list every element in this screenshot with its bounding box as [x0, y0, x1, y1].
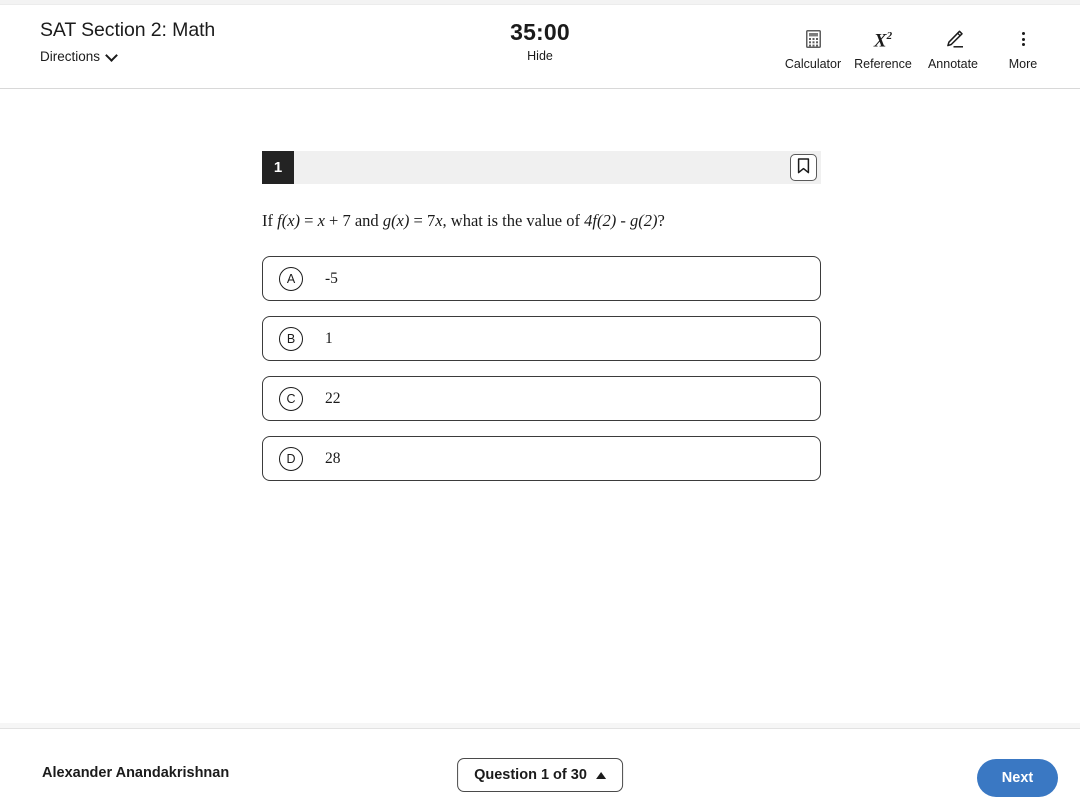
question-panel: 1 If f(x) = x + 7 and g(x) = 7x, what is… [0, 89, 1080, 728]
choice-text-b: 1 [325, 329, 333, 347]
answer-choice-d[interactable]: D 28 [262, 436, 821, 481]
directions-button[interactable]: Directions [40, 49, 118, 64]
annotate-label: Annotate [927, 57, 979, 71]
question-text: If f(x) = x + 7 and g(x) = 7x, what is t… [262, 210, 821, 232]
calculator-button[interactable]: Calculator [778, 29, 848, 71]
reference-button[interactable]: X2 Reference [848, 29, 918, 71]
caret-up-icon [595, 771, 606, 779]
question-container: 1 If f(x) = x + 7 and g(x) = 7x, what is… [262, 151, 821, 481]
q-part-5: , what is the value of [442, 211, 585, 230]
more-button[interactable]: More [988, 29, 1058, 71]
choice-letter-d: D [279, 446, 303, 471]
q-math-1: f(x) [277, 211, 301, 230]
question-navigator-label: Question 1 of 30 [474, 767, 587, 783]
more-label: More [1008, 57, 1038, 71]
calculator-label: Calculator [784, 57, 842, 71]
next-button[interactable]: Next [977, 759, 1058, 797]
answer-choice-c[interactable]: C 22 [262, 376, 821, 421]
choice-text-d: 28 [325, 449, 341, 467]
q-part-6: ? [657, 211, 665, 230]
choice-text-a: -5 [325, 269, 338, 287]
q-math-5: 4f(2) - g(2) [584, 211, 658, 230]
test-footer: Alexander Anandakrishnan Question 1 of 3… [0, 723, 1080, 806]
student-name: Alexander Anandakrishnan [42, 765, 230, 781]
choice-letter-a: A [279, 266, 303, 291]
q-math-4: x [435, 211, 443, 230]
reference-label: Reference [854, 57, 912, 71]
answer-choice-b[interactable]: B 1 [262, 316, 821, 361]
choice-text-c: 22 [325, 389, 341, 407]
more-vertical-icon [1021, 29, 1025, 49]
q-part-4: = 7 [409, 211, 436, 230]
q-part-2: = [300, 211, 318, 230]
choice-letter-c: C [279, 386, 303, 411]
choice-letter-b: B [279, 326, 303, 351]
bookmark-button[interactable] [790, 154, 817, 181]
header-left-group: SAT Section 2: Math Directions [40, 18, 215, 66]
directions-label: Directions [40, 49, 101, 64]
annotate-button[interactable]: Annotate [918, 29, 988, 71]
answer-choices: A -5 B 1 C 22 D 28 [262, 256, 821, 481]
tools-group: Calculator X2 Reference Annotate More [778, 29, 1058, 71]
page-title: SAT Section 2: Math [40, 19, 216, 41]
hide-timer-button[interactable]: Hide [527, 49, 553, 63]
q-part-1: If [262, 211, 278, 230]
x-squared-exponent: 2 [886, 30, 893, 43]
x-squared-base: X [873, 30, 887, 52]
question-number-badge: 1 [262, 151, 294, 184]
x-squared-icon: X2 [873, 29, 893, 52]
answer-choice-a[interactable]: A -5 [262, 256, 821, 301]
pencil-annotate-icon [943, 29, 964, 49]
question-navigator-button[interactable]: Question 1 of 30 [457, 758, 623, 792]
bookmark-icon [797, 158, 810, 177]
calculator-icon [805, 29, 821, 49]
q-math-2: x [317, 211, 325, 230]
question-header-bar: 1 [262, 151, 821, 184]
test-header: SAT Section 2: Math Directions 35:00 Hid… [0, 5, 1080, 89]
q-math-3: g(x) [382, 211, 410, 230]
q-part-3: + 7 and [324, 211, 383, 230]
chevron-down-icon [107, 50, 118, 61]
